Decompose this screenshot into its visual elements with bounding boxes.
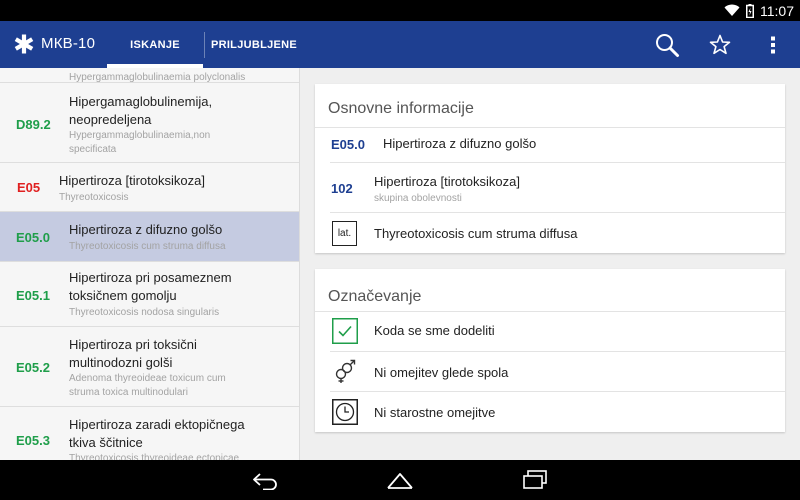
group-subtitle: skupina obolevnosti <box>374 193 462 204</box>
gender-icon <box>335 359 356 383</box>
card-heading: Označevanje <box>328 288 422 305</box>
divider <box>315 127 785 128</box>
marking-text: Ni starostne omejitve <box>374 405 496 420</box>
battery-icon <box>746 3 754 18</box>
wifi-icon <box>724 4 740 16</box>
check-icon <box>332 318 358 344</box>
tab-search[interactable]: ISKANJE <box>107 21 203 68</box>
list-item-code: D89.2 <box>16 117 51 132</box>
basic-info-card: Osnovne informacije E05.0 Hipertiroza z … <box>315 84 785 253</box>
navigation-bar <box>0 460 800 500</box>
list-item[interactable]: E05 Hipertiroza [tirotoksikoza] Thyreoto… <box>0 163 299 212</box>
list-item-title-line: tkiva ščitnice <box>69 435 143 450</box>
tab-search-label: ISKANJE <box>130 38 180 51</box>
list-item-subtitle-line: Thyreotoxicosis nodosa singularis <box>69 307 220 318</box>
divider <box>315 311 785 312</box>
list-item-subtitle-line: Hypergammaglobulinaemia,non <box>69 130 211 141</box>
tab-divider <box>204 32 205 58</box>
list-item-code: E05.2 <box>16 360 50 375</box>
home-icon[interactable] <box>385 470 415 490</box>
list-item-code: E05.0 <box>16 230 50 245</box>
more-icon[interactable] <box>760 32 786 58</box>
star-icon[interactable] <box>707 32 733 58</box>
divider <box>330 162 785 163</box>
list-item-code: E05 <box>17 180 41 195</box>
info-code: E05.0 <box>331 137 365 152</box>
list-item-subtitle-line: Thyreotoxicosis cum struma diffusa <box>69 241 226 252</box>
asterisk-logo-icon <box>14 34 34 54</box>
tab-favorites[interactable]: PRILJUBLJENE <box>206 21 302 68</box>
status-bar: 11:07 <box>0 0 800 21</box>
list-item-selected[interactable]: E05.0 Hipertiroza z difuzno golšo Thyreo… <box>0 212 299 262</box>
list-item[interactable]: Hypergammaglobulinaemia polyclonalis <box>0 68 299 83</box>
list-item-title-line: neopredeljena <box>69 112 152 127</box>
divider <box>330 212 785 213</box>
clock-icon <box>332 399 358 425</box>
list-item-subtitle-line: Thyreotoxicosis <box>59 192 129 203</box>
list-item[interactable]: D89.2 Hipergamaglobulinemija, neopredelj… <box>0 83 299 163</box>
list-item-subtitle-line: struma toxica multinodulari <box>69 387 188 398</box>
app-title: МКВ-10 <box>41 35 96 52</box>
list-item-title-line: Hipertiroza pri posameznem <box>69 270 232 285</box>
back-icon[interactable] <box>251 470 281 490</box>
marking-card: Označevanje Koda se sme dodeliti Ni omej… <box>315 269 785 432</box>
card-heading: Osnovne informacije <box>328 100 474 117</box>
latin-name: Thyreotoxicosis cum struma diffusa <box>374 226 578 241</box>
list-item-title-line: Hipergamaglobulinemija, <box>69 94 213 109</box>
divider <box>330 391 785 392</box>
list-item-subtitle-line: specificata <box>69 144 117 155</box>
list-item-subtitle-line: Adenoma thyreoideae toxicum cum <box>69 373 226 384</box>
status-time: 11:07 <box>760 2 794 19</box>
tab-favorites-label: PRILJUBLJENE <box>210 38 298 51</box>
marking-text: Koda se sme dodeliti <box>374 323 495 338</box>
latin-label: lat. <box>337 228 352 239</box>
divider <box>330 351 785 352</box>
recents-icon[interactable] <box>520 470 550 490</box>
app-bar: МКВ-10 ISKANJE PRILJUBLJENE <box>0 21 800 68</box>
list-item[interactable]: E05.3 Hipertiroza zaradi ektopičnega tki… <box>0 407 299 460</box>
list-item[interactable]: E05.1 Hipertiroza pri posameznem toksičn… <box>0 262 299 327</box>
code-list[interactable]: Hypergammaglobulinaemia polyclonalis D89… <box>0 68 300 460</box>
latin-icon: lat. <box>332 221 357 246</box>
search-icon[interactable] <box>654 32 680 58</box>
group-title[interactable]: Hipertiroza [tirotoksikoza] <box>374 174 520 189</box>
list-item-code: E05.1 <box>16 288 50 303</box>
list-item-code: E05.3 <box>16 433 50 448</box>
list-item-title-line: Hipertiroza [tirotoksikoza] <box>59 173 205 188</box>
list-item-title-line: Hipertiroza zaradi ektopičnega <box>69 417 245 432</box>
list-item-title-line: Hipertiroza pri toksični <box>69 337 197 352</box>
list-item-title-line: multinodozni golši <box>69 355 173 370</box>
group-code[interactable]: 102 <box>331 181 353 196</box>
list-item-title-line: toksičnem gomolju <box>69 288 177 303</box>
list-item-subtitle-line: Thyreotoxicosis thyreoideae ectopicae <box>69 453 240 460</box>
list-item-title-line: Hipertiroza z difuzno golšo <box>69 222 223 237</box>
info-code-title: Hipertiroza z difuzno golšo <box>383 136 537 151</box>
marking-text: Ni omejitev glede spola <box>374 365 509 380</box>
list-item[interactable]: E05.2 Hipertiroza pri toksični multinodo… <box>0 327 299 407</box>
